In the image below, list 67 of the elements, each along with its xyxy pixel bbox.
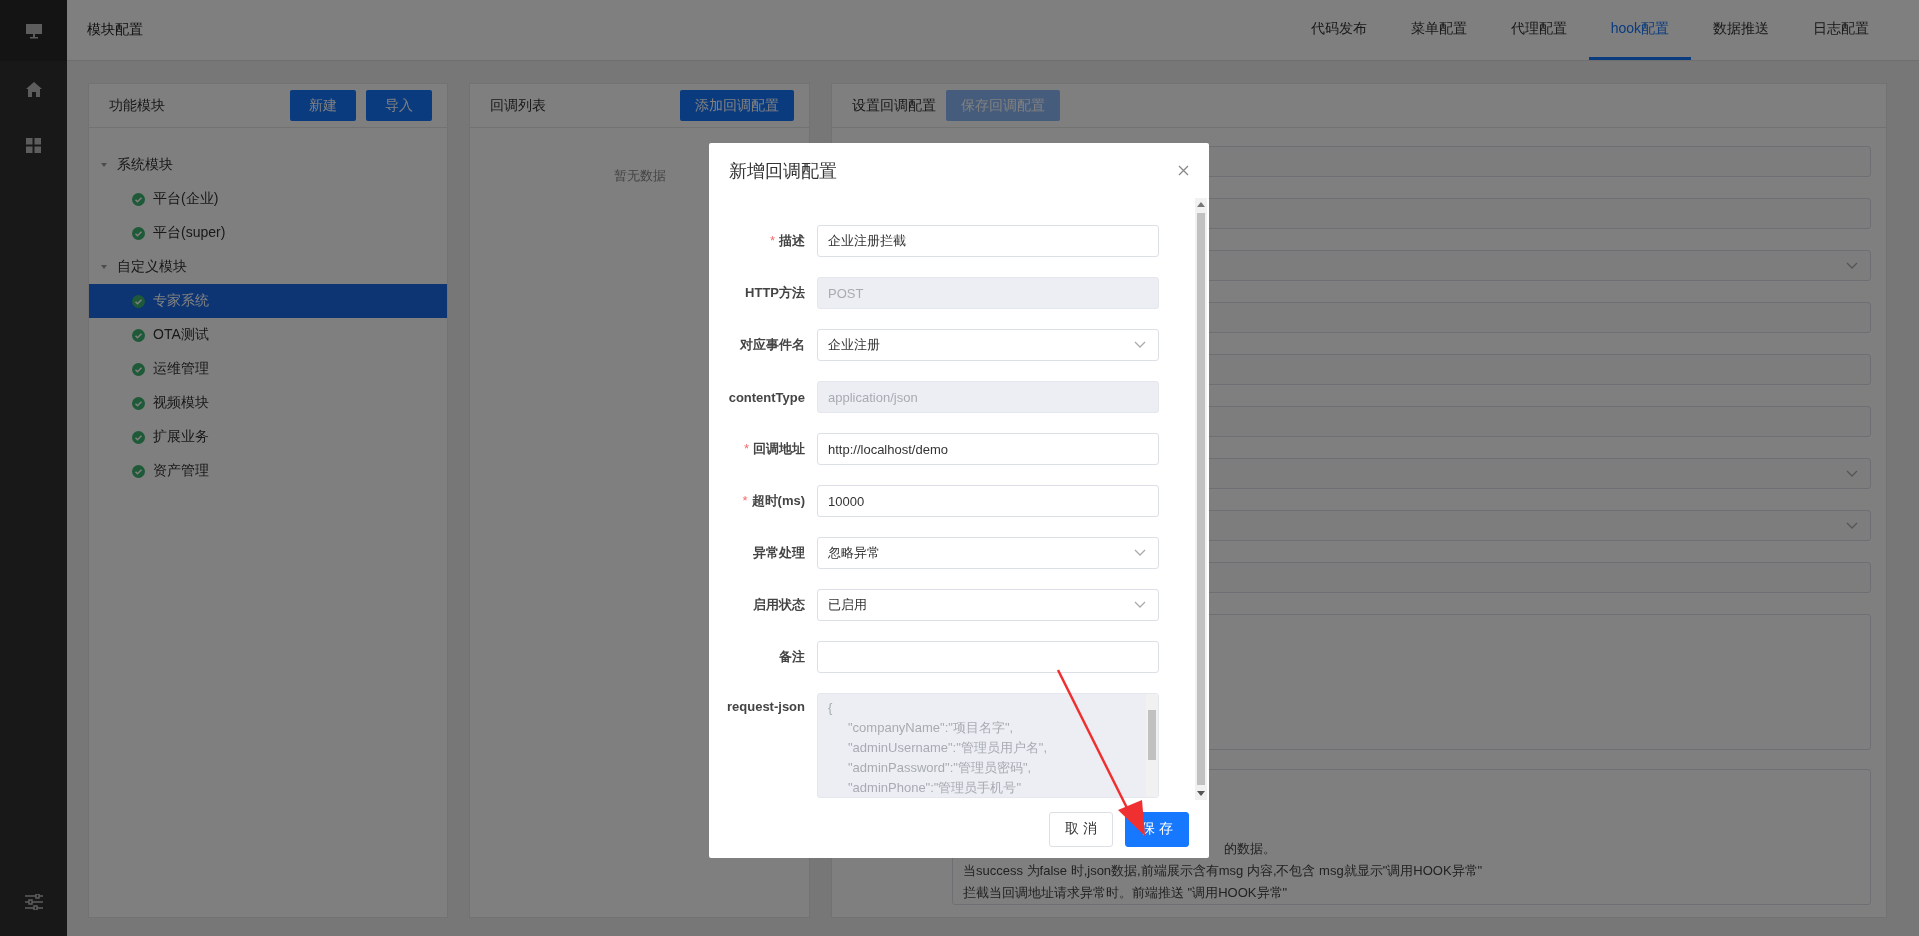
nav-tab[interactable]: 代理配置 [1488, 0, 1589, 60]
check-circle-icon [132, 226, 145, 240]
check-circle-icon [132, 362, 145, 376]
nav-tab[interactable]: 数据推送 [1691, 0, 1791, 60]
cancel-button[interactable]: 取 消 [1049, 811, 1113, 847]
nav-tab[interactable]: 菜单配置 [1388, 0, 1489, 60]
add-button[interactable]: 添加回调配置 [680, 90, 794, 121]
field-label: 异常处理 [752, 544, 806, 562]
check-circle-icon [132, 430, 145, 444]
field-label: 启用状态 [752, 596, 806, 614]
check-circle-icon [132, 396, 145, 410]
panel-title: 功能模块 [109, 96, 166, 115]
tree-item[interactable]: 资产管理 [89, 454, 447, 488]
input-field[interactable]: 企业注册拦截 [817, 225, 1159, 257]
field-label: 备注 [778, 648, 806, 666]
home-icon[interactable] [25, 81, 42, 97]
check-circle-icon [132, 192, 145, 206]
caret-icon [1846, 261, 1858, 270]
caret-icon [1134, 341, 1146, 349]
text-line: 的数据。 [1223, 840, 1276, 858]
caret-icon [1134, 549, 1146, 557]
field-label: * 描述 [768, 232, 806, 250]
sliders-icon[interactable] [24, 894, 43, 910]
select-field[interactable]: 已启用 [817, 589, 1159, 621]
tree-item[interactable]: 扩展业务 [89, 420, 447, 454]
check-circle-icon [132, 294, 145, 308]
caret-icon [1134, 601, 1146, 609]
monitor-icon[interactable] [24, 22, 43, 39]
tree-item[interactable]: OTA测试 [89, 318, 447, 352]
scrollbar[interactable] [1195, 198, 1207, 800]
tree-group-label[interactable]: 自定义模块 [117, 258, 187, 276]
tree-item[interactable]: 专家系统 [89, 284, 447, 318]
grid-icon[interactable] [26, 137, 41, 153]
tree-item[interactable]: 平台(super) [89, 216, 447, 250]
input-field[interactable] [817, 641, 1159, 673]
close-icon[interactable] [1178, 165, 1189, 176]
caret-icon [1846, 469, 1858, 478]
field-label: contentType [727, 389, 806, 405]
nav-tab[interactable]: 日志配置 [1791, 0, 1891, 60]
page-title: 模块配置 [87, 21, 143, 39]
scroll-down-icon[interactable] [1197, 791, 1205, 796]
nav-tab[interactable]: 代码发布 [1288, 0, 1389, 60]
tree-item[interactable]: 平台(企业) [89, 182, 447, 216]
panel-title: 设置回调配置 [852, 96, 936, 115]
field-label: 对应事件名 [739, 336, 806, 354]
nav-tab[interactable]: hook配置 [1588, 0, 1691, 60]
check-circle-icon [132, 464, 145, 478]
field-label: * 超时(ms) [741, 492, 806, 510]
check-circle-icon [132, 328, 145, 342]
field-label: * 回调地址 [742, 440, 806, 458]
tree-item[interactable]: 运维管理 [89, 352, 447, 386]
text-line: 当success 为false 时,json数据,前端展示含有msg 内容,不包含 msg就显示"调用HOOK异常" [963, 862, 1483, 880]
panel-title: 回调列表 [490, 96, 547, 115]
input-field[interactable]: 10000 [817, 485, 1159, 517]
select-field[interactable]: 忽略异常 [817, 537, 1159, 569]
text-line: 拦截当回调地址请求异常时。前端推送 "调用HOOK异常" [963, 884, 1288, 902]
field-label: HTTP方法 [744, 284, 806, 302]
dialog-title: 新增回调配置 [729, 159, 837, 183]
input-field[interactable]: http://localhost/demo [817, 433, 1159, 465]
toolbar-button[interactable]: 导入 [366, 90, 432, 121]
toolbar-button[interactable]: 新建 [290, 90, 356, 121]
tree-group-label[interactable]: 系统模块 [117, 156, 173, 174]
tree-item[interactable]: 视频模块 [89, 386, 447, 420]
field-label: request-json [726, 698, 806, 714]
select-field[interactable]: 企业注册 [817, 329, 1159, 361]
scroll-up-icon[interactable] [1197, 202, 1205, 207]
caret-icon [1846, 521, 1858, 530]
